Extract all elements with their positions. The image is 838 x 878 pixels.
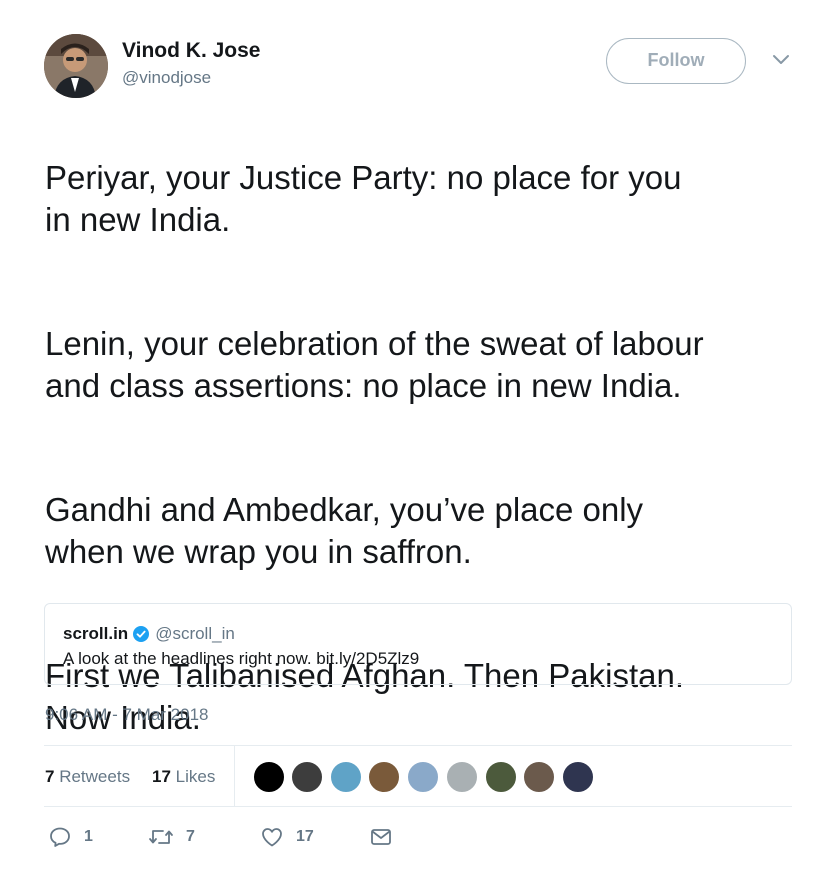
chevron-down-icon[interactable] (772, 54, 790, 66)
envelope-icon (371, 829, 391, 845)
verified-badge-icon (133, 626, 150, 642)
tweet-header: Vinod K. Jose @vinodjose Follow (44, 34, 796, 100)
liker-avatar[interactable] (445, 760, 479, 794)
follow-button[interactable]: Follow (606, 38, 746, 84)
retweet-action[interactable]: 7 (148, 824, 195, 850)
author-names: Vinod K. Jose @vinodjose (122, 38, 260, 90)
tweet-timestamp[interactable]: 9:06 AM - 7 Mar 2018 (45, 704, 208, 726)
tweet-paragraph: Lenin, your celebration of the sweat of … (45, 325, 704, 404)
tweet-stats: 7 Retweets 17 Likes (44, 746, 792, 806)
likes-count: 17 (152, 767, 171, 786)
heart-icon (262, 828, 282, 847)
quoted-author-name: scroll.in (63, 624, 129, 643)
liker-avatar[interactable] (367, 760, 401, 794)
likes-label: Likes (175, 767, 216, 786)
author-display-name[interactable]: Vinod K. Jose (122, 38, 260, 64)
retweets-label: Retweets (59, 767, 131, 786)
quoted-tweet-text: A look at the headlines right now. bit.l… (63, 649, 420, 668)
author-handle[interactable]: @vinodjose (122, 66, 260, 90)
retweets-stat[interactable]: 7 Retweets (45, 766, 130, 788)
author-avatar[interactable] (44, 34, 108, 98)
retweets-count: 7 (45, 767, 55, 786)
liker-avatar[interactable] (484, 760, 518, 794)
tweet-actions: 1 7 17 (44, 820, 444, 854)
like-count: 17 (296, 828, 314, 845)
tweet-paragraph: Periyar, your Justice Party: no place fo… (45, 159, 682, 238)
divider (44, 806, 792, 807)
quoted-author-handle: @scroll_in (155, 624, 235, 643)
tweet-paragraph: Gandhi and Ambedkar, you’ve place only w… (45, 491, 644, 570)
liker-avatar[interactable] (290, 760, 324, 794)
like-action[interactable]: 17 (260, 824, 314, 850)
retweet-icon (149, 830, 173, 844)
liker-avatar[interactable] (329, 760, 363, 794)
quoted-tweet[interactable]: scroll.in @scroll_in A look at the headl… (44, 603, 792, 685)
direct-message-action[interactable] (370, 824, 392, 850)
stats-separator (234, 746, 235, 806)
reply-count: 1 (84, 828, 93, 845)
liker-avatar[interactable] (406, 760, 440, 794)
quoted-tweet-header: scroll.in @scroll_in (63, 623, 235, 645)
liker-avatar[interactable] (561, 760, 595, 794)
liker-avatar[interactable] (252, 760, 286, 794)
liker-avatar[interactable] (522, 760, 556, 794)
likes-stat[interactable]: 17 Likes (152, 766, 215, 788)
retweet-count: 7 (186, 828, 195, 845)
reply-icon (50, 827, 70, 847)
reply-action[interactable]: 1 (48, 824, 93, 850)
